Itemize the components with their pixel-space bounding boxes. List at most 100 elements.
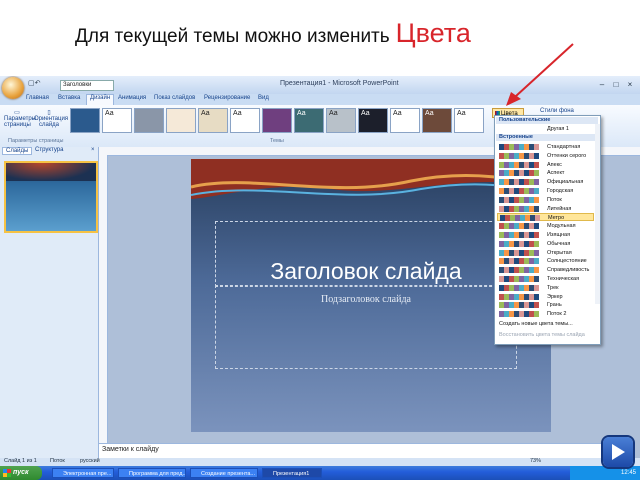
scheme-name: Открытая [547, 249, 572, 256]
scheme-swatches [499, 276, 541, 282]
tab-insert[interactable]: Вставка [58, 95, 80, 101]
color-scheme-item[interactable]: Метро [497, 213, 594, 222]
scheme-name: Метро [548, 215, 565, 222]
scheme-swatches [499, 144, 541, 150]
next-slide-button[interactable] [603, 437, 633, 467]
status-language: русский [80, 458, 100, 464]
font-combo[interactable]: Заголовки [60, 80, 114, 91]
slide-heading: Для текущей темы можно изменить Цвета [75, 18, 471, 49]
color-scheme-item[interactable]: Поток 2 [497, 310, 594, 318]
status-slide-info: Слайд 1 из 1 [4, 458, 37, 464]
scheme-swatches [499, 205, 541, 212]
color-scheme-item[interactable]: Солнцестояние [497, 257, 594, 265]
slide-subtitle: Подзаголовок слайда [321, 294, 411, 305]
color-scheme-item[interactable]: Оттенки серого [497, 152, 594, 160]
custom-section-header: Пользовательские [496, 117, 598, 124]
status-theme: Поток [50, 458, 65, 464]
taskbar-item[interactable]: Электронная пре... [52, 468, 114, 478]
color-scheme-item[interactable]: Трек [497, 284, 594, 292]
title-placeholder[interactable]: Заголовок слайда [215, 221, 517, 287]
color-scheme-item[interactable]: Аспект [497, 169, 594, 177]
color-scheme-item[interactable]: Грань [497, 301, 594, 309]
color-scheme-item[interactable]: Эркер [497, 293, 594, 301]
slide-title: Заголовок слайда [270, 258, 462, 284]
minimize-button[interactable]: – [596, 79, 608, 90]
theme-thumb[interactable]: Аа [358, 108, 388, 133]
status-zoom[interactable]: 73% [530, 458, 541, 464]
theme-thumb[interactable]: Аа [230, 108, 260, 133]
page-setup-button[interactable]: ▭ Параметры страницы [4, 109, 36, 128]
scheme-name: Техническая [547, 276, 580, 282]
scheme-swatches [499, 188, 541, 194]
dropdown-scrollbar[interactable] [595, 124, 600, 304]
taskbar-item[interactable]: Создание презента... [190, 468, 258, 478]
scheme-swatches [499, 196, 541, 203]
scheme-swatches [499, 293, 541, 300]
clock: 12:45 [620, 470, 636, 476]
tab-view[interactable]: Вид [258, 95, 269, 101]
color-scheme-item[interactable]: Апекс [497, 161, 594, 169]
scheme-name: Оттенки серого [547, 152, 587, 159]
theme-thumb[interactable] [166, 108, 196, 133]
theme-thumb[interactable]: Аа [326, 108, 356, 133]
scheme-name: Солнцестояние [547, 258, 587, 265]
tab-review[interactable]: Рецензирование [204, 95, 250, 101]
theme-thumb[interactable]: Аа [294, 108, 324, 133]
tab-slideshow[interactable]: Показ слайдов [154, 95, 195, 101]
theme-thumb[interactable]: Аа [454, 108, 484, 133]
scheme-swatches [499, 311, 541, 318]
status-bar: Слайд 1 из 1 Поток русский 73% [0, 458, 640, 466]
scheme-name: Апекс [547, 161, 562, 168]
tab-home[interactable]: Главная [26, 95, 49, 101]
taskbar-item[interactable]: Программа для пред... [118, 468, 186, 478]
scheme-swatches [499, 152, 541, 159]
notes-field[interactable]: Заметки к слайду [99, 443, 622, 459]
tab-animation[interactable]: Анимация [118, 95, 146, 101]
theme-thumb[interactable]: Аа [198, 108, 228, 133]
scheme-swatches [499, 240, 541, 247]
theme-thumb[interactable] [262, 108, 292, 133]
color-scheme-item[interactable]: Другая 1 [497, 125, 594, 133]
scheme-name: Городская [547, 188, 574, 194]
scheme-swatches [499, 284, 541, 291]
theme-thumb[interactable]: Аа [390, 108, 420, 133]
color-scheme-item[interactable]: Поток [497, 196, 594, 204]
scheme-swatches [499, 232, 541, 238]
close-pane-icon[interactable]: × [88, 147, 98, 153]
color-scheme-item[interactable]: Техническая [497, 275, 594, 283]
orientation-button[interactable]: ▯ Ориентация слайда [34, 109, 68, 128]
tab-outline[interactable]: Структура [32, 147, 66, 153]
color-scheme-item[interactable]: Открытая [497, 249, 594, 257]
close-button[interactable]: × [624, 79, 636, 90]
scheme-swatches [499, 179, 541, 186]
subtitle-placeholder[interactable]: Подзаголовок слайда [215, 285, 517, 369]
theme-thumb[interactable] [134, 108, 164, 133]
scheme-swatches [499, 249, 541, 256]
builtin-section-header: Встроенные [496, 134, 598, 141]
create-colors-link[interactable]: Создать новые цвета темы... [499, 321, 573, 327]
theme-thumb[interactable]: Аа [102, 108, 132, 133]
theme-thumb[interactable] [70, 108, 100, 133]
scheme-name: Другая 1 [547, 126, 569, 132]
color-scheme-item[interactable]: Официальная [497, 178, 594, 186]
scheme-swatches [499, 170, 541, 177]
slide-thumbnail[interactable] [4, 161, 98, 233]
background-styles-button[interactable]: Стили фона [540, 108, 574, 114]
color-scheme-item[interactable]: Справедливость [497, 266, 594, 274]
taskbar-item[interactable]: Презентация1 [262, 468, 322, 478]
color-scheme-item[interactable]: Стандартная [497, 143, 594, 151]
color-scheme-item[interactable]: Городская [497, 187, 594, 195]
tab-slides[interactable]: Слайды [2, 147, 33, 155]
scheme-name: Модульная [547, 223, 576, 230]
color-scheme-item[interactable]: Изящная [497, 231, 594, 239]
scheme-name: Эркер [547, 293, 563, 300]
color-scheme-item[interactable]: Обычная [497, 240, 594, 248]
maximize-button[interactable]: □ [610, 79, 622, 90]
theme-thumb[interactable]: Аа [422, 108, 452, 133]
start-label: пуск [13, 469, 29, 476]
color-scheme-item[interactable]: Литейная [497, 205, 594, 213]
color-scheme-item[interactable]: Модульная [497, 222, 594, 230]
heading-text: Для текущей темы можно изменить [75, 26, 390, 47]
start-button[interactable]: пуск [0, 466, 42, 480]
quick-access-toolbar[interactable]: ▢↶ [28, 79, 40, 87]
